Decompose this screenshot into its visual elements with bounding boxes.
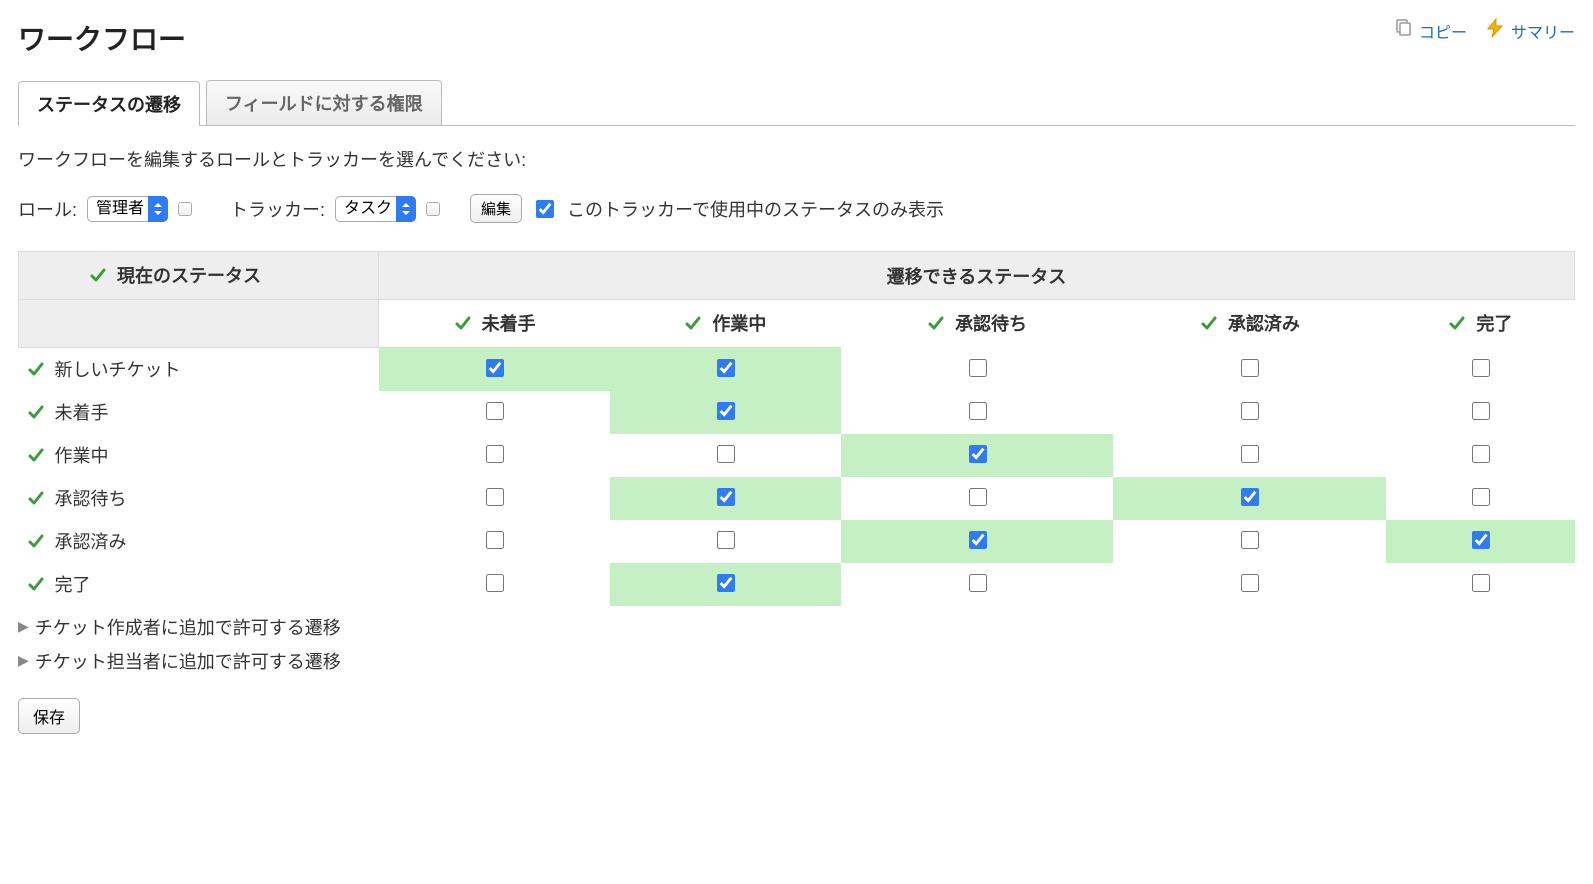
transition-checkbox[interactable]	[1241, 402, 1259, 420]
transition-checkbox[interactable]	[486, 359, 504, 377]
tracker-select[interactable]: タスク	[335, 196, 416, 222]
tracker-extra-box[interactable]	[426, 202, 440, 216]
transition-checkbox[interactable]	[969, 531, 987, 549]
lightning-icon	[1485, 18, 1505, 43]
workflow-table: 現在のステータス 遷移できるステータス 未着手作業中承認待ち承認済み完了 新しい…	[18, 251, 1575, 606]
copy-icon	[1393, 18, 1413, 43]
expand-author-transitions[interactable]: ▶ チケット作成者に追加で許可する遷移	[18, 614, 1575, 640]
transition-checkbox[interactable]	[1472, 488, 1490, 506]
page-title: ワークフロー	[18, 18, 186, 58]
transition-checkbox[interactable]	[1472, 574, 1490, 592]
th-available-status: 遷移できるステータス	[379, 252, 1575, 300]
transition-checkbox[interactable]	[717, 359, 735, 377]
transition-checkbox[interactable]	[1241, 574, 1259, 592]
top-action-links: コピー サマリー	[1393, 18, 1575, 43]
transition-checkbox[interactable]	[969, 359, 987, 377]
check-icon	[1448, 314, 1466, 332]
transition-checkbox[interactable]	[717, 402, 735, 420]
transition-checkbox[interactable]	[969, 574, 987, 592]
edit-button[interactable]: 編集	[470, 194, 522, 223]
expand-author-label: チケット作成者に追加で許可する遷移	[35, 614, 341, 640]
table-row: 完了	[19, 563, 1575, 606]
copy-label: コピー	[1419, 19, 1467, 43]
transition-checkbox[interactable]	[486, 574, 504, 592]
col-label: 作業中	[712, 310, 766, 336]
save-button[interactable]: 保存	[18, 698, 80, 734]
th-col-status: 承認済み	[1113, 300, 1386, 348]
tab-field-permissions[interactable]: フィールドに対する権限	[206, 80, 442, 125]
filter-row: ロール: 管理者 トラッカー: タスク 編集 このトラッカーで使用中のステータス…	[18, 194, 1575, 223]
col-label: 承認済み	[1228, 310, 1300, 336]
transition-checkbox[interactable]	[969, 488, 987, 506]
check-icon	[89, 266, 107, 284]
transition-checkbox[interactable]	[717, 445, 735, 463]
triangle-right-icon: ▶	[18, 652, 29, 669]
transition-checkbox[interactable]	[486, 531, 504, 549]
check-icon	[927, 314, 945, 332]
check-icon	[27, 532, 45, 550]
table-row: 承認待ち	[19, 477, 1575, 520]
th-col-status: 承認待ち	[841, 300, 1114, 348]
tracker-label: トラッカー:	[230, 196, 325, 222]
row-label: 未着手	[55, 399, 109, 425]
transition-checkbox[interactable]	[486, 402, 504, 420]
check-icon	[27, 403, 45, 421]
transition-checkbox[interactable]	[969, 445, 987, 463]
role-label: ロール:	[18, 196, 77, 222]
col-label: 完了	[1476, 310, 1512, 336]
table-row: 作業中	[19, 434, 1575, 477]
th-col-status: 作業中	[610, 300, 840, 348]
transition-checkbox[interactable]	[1241, 531, 1259, 549]
triangle-right-icon: ▶	[18, 618, 29, 635]
summary-link[interactable]: サマリー	[1485, 18, 1575, 43]
tab-bar: ステータスの遷移 フィールドに対する権限	[18, 80, 1575, 126]
row-label: 完了	[55, 571, 91, 597]
transition-checkbox[interactable]	[1472, 531, 1490, 549]
transition-checkbox[interactable]	[1472, 359, 1490, 377]
check-icon	[27, 446, 45, 464]
row-label: 作業中	[55, 442, 109, 468]
role-select[interactable]: 管理者	[87, 196, 168, 222]
table-row: 未着手	[19, 391, 1575, 434]
th-col-status: 未着手	[379, 300, 611, 348]
th-empty	[19, 300, 379, 348]
transition-checkbox[interactable]	[486, 445, 504, 463]
table-row: 承認済み	[19, 520, 1575, 563]
instruction-text: ワークフローを編集するロールとトラッカーを選んでください:	[18, 146, 1575, 172]
check-icon	[27, 489, 45, 507]
th-current-status: 現在のステータス	[19, 252, 379, 300]
transition-checkbox[interactable]	[717, 488, 735, 506]
transition-checkbox[interactable]	[1241, 359, 1259, 377]
transition-checkbox[interactable]	[717, 574, 735, 592]
check-icon	[27, 575, 45, 593]
row-label: 承認待ち	[55, 485, 127, 511]
row-label: 承認済み	[55, 528, 127, 554]
col-label: 承認待ち	[955, 310, 1027, 336]
th-col-status: 完了	[1386, 300, 1574, 348]
transition-checkbox[interactable]	[717, 531, 735, 549]
check-icon	[27, 360, 45, 378]
copy-link[interactable]: コピー	[1393, 18, 1467, 43]
summary-label: サマリー	[1511, 19, 1575, 43]
transition-checkbox[interactable]	[1241, 445, 1259, 463]
transition-checkbox[interactable]	[1472, 402, 1490, 420]
col-label: 未着手	[482, 310, 536, 336]
expand-assignee-label: チケット担当者に追加で許可する遷移	[35, 648, 341, 674]
check-icon	[1200, 314, 1218, 332]
check-icon	[684, 314, 702, 332]
role-extra-box[interactable]	[178, 202, 192, 216]
expand-assignee-transitions[interactable]: ▶ チケット担当者に追加で許可する遷移	[18, 648, 1575, 674]
transition-checkbox[interactable]	[1472, 445, 1490, 463]
only-used-statuses-label: このトラッカーで使用中のステータスのみ表示	[567, 196, 944, 222]
row-label: 新しいチケット	[55, 356, 181, 382]
check-icon	[454, 314, 472, 332]
only-used-statuses-checkbox[interactable]	[536, 200, 554, 218]
transition-checkbox[interactable]	[486, 488, 504, 506]
tab-status-transitions[interactable]: ステータスの遷移	[18, 81, 200, 126]
table-row: 新しいチケット	[19, 347, 1575, 391]
transition-checkbox[interactable]	[1241, 488, 1259, 506]
transition-checkbox[interactable]	[969, 402, 987, 420]
